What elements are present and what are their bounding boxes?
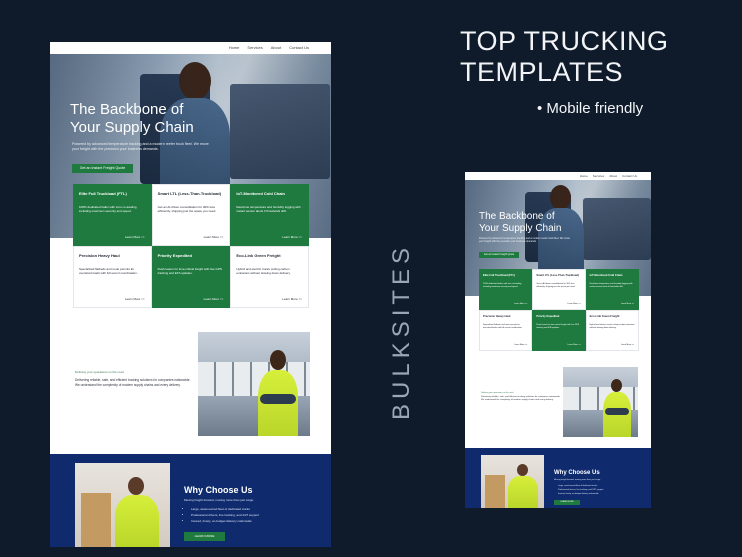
why-choose-us-section: Why Choose Us Moving freight forward, mo… <box>465 448 651 508</box>
about-text: Delivering reliable, safe, and efficient… <box>481 396 561 402</box>
learn-more-link[interactable]: Learn More >> <box>282 297 302 301</box>
hero-title: The Backbone of Your Supply Chain <box>70 101 194 136</box>
service-card: Smart LTL (Less-Than-Truckload) Get an A… <box>532 269 586 310</box>
site-nav: Home Services About Contact Us <box>228 42 331 54</box>
about-text: Delivering reliable, safe, and efficient… <box>75 378 191 387</box>
hero-title: The Backbone of Your Supply Chain <box>479 211 562 234</box>
nav-contact[interactable]: Contact Us <box>289 44 309 54</box>
why-list: Large, asset-owned fleet of dedicated tr… <box>558 484 603 496</box>
delivery-worker-image <box>75 463 170 547</box>
site-nav: Home Services About Contact Us <box>579 172 651 180</box>
learn-more-link[interactable]: Learn More >> <box>125 235 145 239</box>
hero-quote-button[interactable]: Get an Instant Freight Quote <box>72 164 133 173</box>
service-card: Precision Heavy Haul Specialized flatbed… <box>73 246 152 308</box>
service-cards: Elite Full Truckload (FTL) 100% dedicate… <box>73 184 309 308</box>
service-card: Elite Full Truckload (FTL) 100% dedicate… <box>73 184 152 246</box>
learn-more-link[interactable]: Learn More >> <box>568 303 581 305</box>
why-text: Moving freight forward, moving more than… <box>554 479 601 481</box>
learn-more-link[interactable]: Learn More >> <box>282 235 302 239</box>
why-list-item: Insured, timely, on-budget delivery nati… <box>558 492 603 496</box>
nav-about[interactable]: About <box>609 173 617 180</box>
learn-more-link[interactable]: Learn More >> <box>514 303 527 305</box>
learn-more-link[interactable]: Learn More >> <box>125 297 145 301</box>
nav-about[interactable]: About <box>271 44 281 54</box>
learn-more-link[interactable]: Learn More >> <box>204 297 224 301</box>
learn-more-link[interactable]: Learn More >> <box>204 235 224 239</box>
why-list-item: Insured, timely, on-budget delivery nati… <box>191 518 259 524</box>
service-card: Smart LTL (Less-Than-Truckload) Get an A… <box>151 184 231 246</box>
why-text: Moving freight forward, moving more than… <box>184 498 255 502</box>
learn-more-link[interactable]: Learn More >> <box>568 344 581 346</box>
fleet-worker-image <box>563 367 638 437</box>
why-learn-more-button[interactable]: LEARN MORE <box>554 500 580 505</box>
nav-home[interactable]: Home <box>229 44 240 54</box>
why-list: Large, asset-owned fleet of dedicated tr… <box>191 506 259 524</box>
desktop-preview: Home Services About Contact Us The Backb… <box>50 42 331 547</box>
why-choose-us-section: Why Choose Us Moving freight forward, mo… <box>50 454 331 547</box>
service-card: IoT-Monitored Cold Chain Real-time tempe… <box>230 184 309 246</box>
delivery-worker-image <box>481 455 544 508</box>
learn-more-link[interactable]: Learn More >> <box>621 303 634 305</box>
learn-more-link[interactable]: Learn More >> <box>514 344 527 346</box>
service-card: Eco-Link Green Freight Hybrid and electr… <box>230 246 309 308</box>
about-section: Defining your operations on the road Del… <box>75 370 193 387</box>
service-card: Precision Heavy Haul Specialized flatbed… <box>479 310 533 351</box>
promo-bullet: • Mobile friendly <box>537 100 644 117</box>
nav-services[interactable]: Services <box>593 173 605 180</box>
hero-subtitle: Powered by advanced temperature tracking… <box>72 142 209 151</box>
nav-services[interactable]: Services <box>247 44 262 54</box>
nav-home[interactable]: Home <box>580 173 588 180</box>
nav-contact[interactable]: Contact Us <box>622 173 637 180</box>
mobile-preview: Home Services About Contact Us The Backb… <box>465 172 651 508</box>
hero-subtitle: Powered by advanced temperature tracking… <box>479 237 570 244</box>
why-title: Why Choose Us <box>184 485 253 495</box>
about-eyebrow: Defining your operations on the road <box>481 392 514 394</box>
hero-quote-button[interactable]: Get an Instant Freight Quote <box>479 252 519 258</box>
brand-wordmark: BULKSITES <box>388 242 415 420</box>
service-card: Priority Expedited Rush teams for time-c… <box>532 310 586 351</box>
fleet-worker-image <box>198 332 310 436</box>
promo-title: TOP TRUCKING TEMPLATES <box>460 26 730 88</box>
promo-title-line-1: TOP TRUCKING <box>460 26 669 56</box>
service-card: IoT-Monitored Cold Chain Real-time tempe… <box>585 269 639 310</box>
learn-more-link[interactable]: Learn More >> <box>621 344 634 346</box>
service-card: Eco-Link Green Freight Hybrid and electr… <box>585 310 639 351</box>
about-eyebrow: Defining your operations on the road <box>75 370 124 374</box>
promo-title-line-2: TEMPLATES <box>460 57 624 87</box>
service-card: Priority Expedited Rush teams for time-c… <box>151 246 231 308</box>
why-learn-more-button[interactable]: LEARN MORE <box>184 532 225 541</box>
service-card: Elite Full Truckload (FTL) 100% dedicate… <box>479 269 533 310</box>
about-section: Defining your operations on the road Del… <box>481 392 561 402</box>
why-title: Why Choose Us <box>554 470 600 476</box>
service-cards: Elite Full Truckload (FTL) 100% dedicate… <box>479 269 639 351</box>
